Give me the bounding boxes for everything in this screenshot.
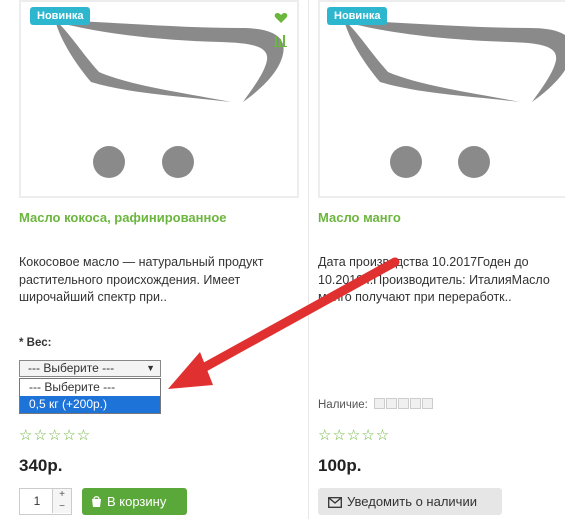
bar-chart-icon[interactable]: [274, 33, 288, 47]
cart-placeholder-image: [49, 20, 284, 178]
notify-label: Уведомить о наличии: [347, 494, 477, 509]
product-description: Дата производства 10.2017Годен до 10.201…: [318, 255, 550, 304]
quantity-decrease-button[interactable]: −: [52, 501, 71, 513]
weight-select-value: --- Выберите ---: [28, 361, 115, 375]
cart-placeholder-image: [338, 20, 565, 178]
product-image[interactable]: [19, 0, 299, 198]
new-badge: Новинка: [327, 7, 388, 25]
quantity-input[interactable]: 1: [20, 489, 54, 514]
product-price: 100р.: [318, 456, 362, 475]
weight-dropdown-list: --- Выберите --- 0,5 кг (+200р.): [19, 378, 161, 414]
cart-icon: [92, 496, 101, 507]
notify-availability-button[interactable]: Уведомить о наличии: [318, 488, 502, 515]
column-divider: [308, 0, 309, 519]
rating-stars: ☆☆☆☆☆: [19, 427, 92, 444]
new-badge: Новинка: [30, 7, 91, 25]
product-title[interactable]: Масло манго: [318, 210, 401, 225]
heart-icon[interactable]: [274, 11, 288, 25]
product-price: 340р.: [19, 456, 63, 475]
chevron-down-icon: ▼: [146, 363, 155, 373]
dropdown-option-selected[interactable]: 0,5 кг (+200р.): [20, 396, 160, 413]
product-description: Кокосовое масло — натуральный продукт ра…: [19, 255, 264, 304]
add-to-cart-label: В корзину: [107, 494, 167, 509]
availability-indicator: [374, 398, 434, 412]
availability-label: Наличие:: [318, 399, 368, 412]
rating-stars: ☆☆☆☆☆: [318, 427, 391, 444]
add-to-cart-button[interactable]: В корзину: [82, 488, 187, 515]
weight-option-label: * Вес:: [19, 337, 52, 349]
dropdown-option[interactable]: --- Выберите ---: [20, 379, 160, 396]
availability: Наличие:: [318, 398, 434, 412]
product-image[interactable]: [318, 0, 565, 198]
envelope-icon: [328, 497, 342, 508]
product-title[interactable]: Масло кокоса, рафинированное: [19, 210, 227, 225]
quantity-stepper[interactable]: 1 + −: [19, 488, 72, 515]
weight-select[interactable]: --- Выберите --- ▼: [19, 360, 161, 377]
